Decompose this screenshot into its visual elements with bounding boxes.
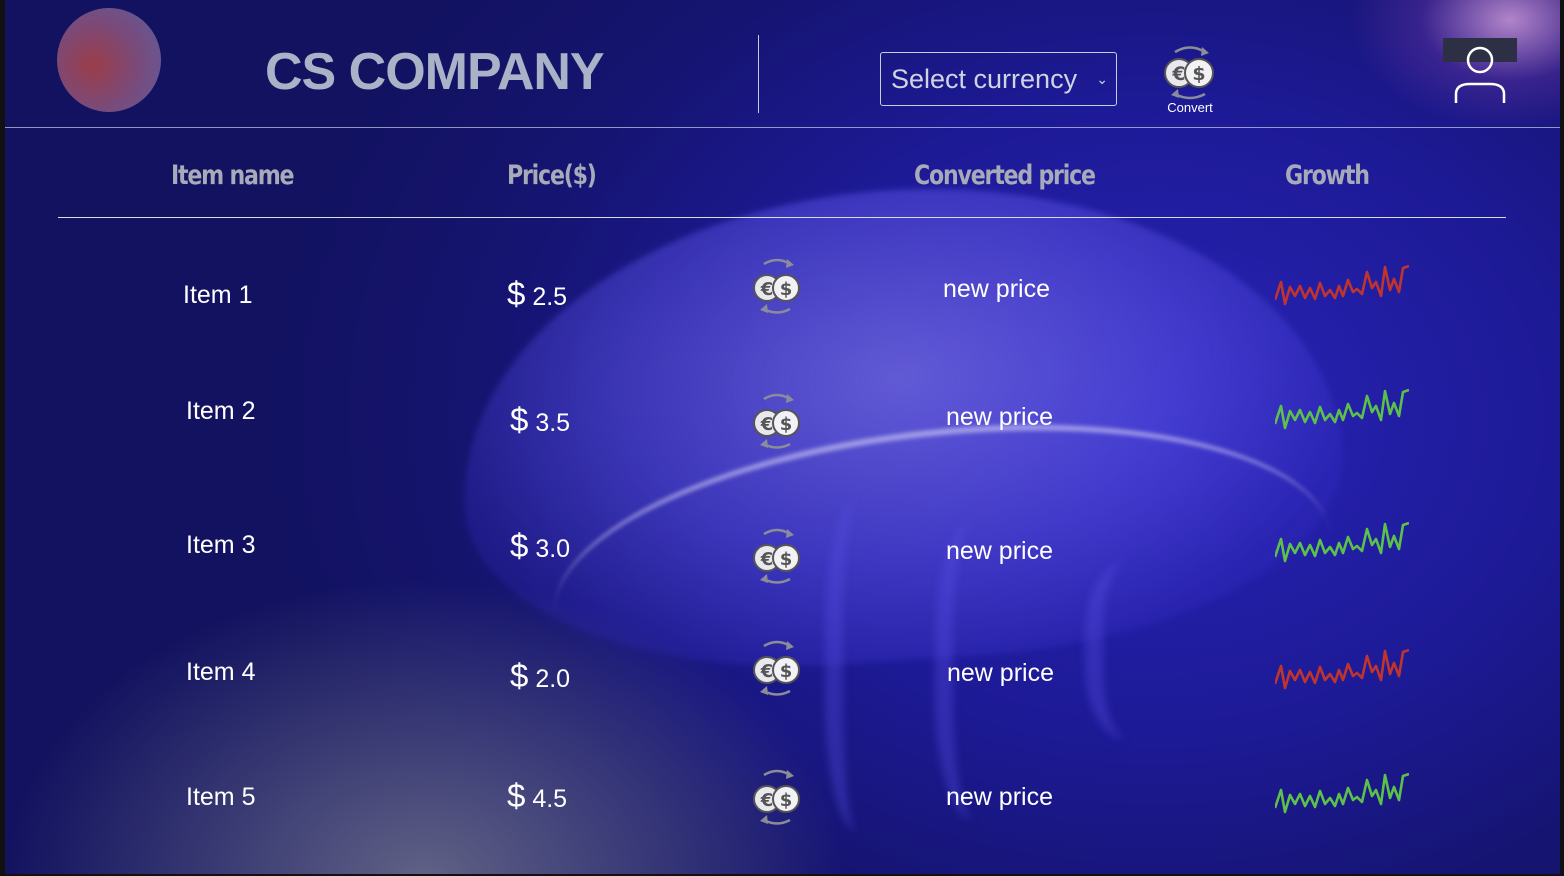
converted-price: new price <box>947 659 1054 687</box>
currency-select-placeholder: Select currency <box>891 64 1078 94</box>
svg-text:€: € <box>760 790 774 811</box>
svg-text:€: € <box>760 661 774 682</box>
currency-convert-icon: € $ <box>753 640 800 696</box>
currency-symbol: $ <box>507 275 526 312</box>
jellyfish-tentacle <box>1085 560 1193 740</box>
item-price: $ 2.5 <box>507 275 567 313</box>
sparkline-icon <box>1275 772 1409 814</box>
row-convert-button[interactable]: € $ <box>748 393 806 451</box>
logo-circle-icon <box>57 8 161 112</box>
converted-price: new price <box>946 403 1053 431</box>
convert-button-label: Convert <box>1167 100 1213 115</box>
svg-text:$: $ <box>780 414 793 435</box>
sparkline-icon <box>1275 648 1409 690</box>
app-window: CS COMPANY Select currency ⌄ € $ Convert <box>0 0 1564 876</box>
converted-price: new price <box>946 537 1053 565</box>
chevron-down-icon: ⌄ <box>1096 71 1108 87</box>
company-name: CS COMPANY <box>265 43 605 101</box>
sparkline-path <box>1275 388 1409 430</box>
sparkline-path <box>1275 264 1409 306</box>
svg-text:$: $ <box>780 661 793 682</box>
currency-symbol: $ <box>510 401 529 438</box>
header-bar: CS COMPANY Select currency ⌄ € $ Convert <box>5 0 1560 128</box>
header-divider-line <box>58 217 1506 218</box>
converted-price: new price <box>943 275 1050 303</box>
item-price: $ 3.0 <box>510 527 570 565</box>
price-value: 2.5 <box>532 283 568 311</box>
header-divider <box>758 35 759 113</box>
column-header-item-name: Item name <box>171 160 295 191</box>
sparkline-path <box>1275 648 1409 690</box>
currency-convert-icon: € $ <box>753 393 800 449</box>
currency-symbol: $ <box>507 777 526 814</box>
item-price: $ 4.5 <box>507 777 567 815</box>
currency-convert-icon: € $ <box>1164 46 1214 100</box>
currency-select[interactable]: Select currency ⌄ <box>880 52 1117 106</box>
svg-text:€: € <box>760 549 774 570</box>
jellyfish-tentacle <box>825 500 903 830</box>
currency-symbol: $ <box>510 527 529 564</box>
currency-convert-icon: € $ <box>753 769 800 825</box>
currency-convert-icon: € $ <box>753 258 800 314</box>
column-header-converted-price: Converted price <box>914 160 1096 191</box>
item-price: $ 3.5 <box>510 401 570 439</box>
convert-button[interactable]: € $ Convert <box>1157 44 1223 116</box>
svg-text:$: $ <box>780 790 793 811</box>
row-convert-button[interactable]: € $ <box>748 640 806 698</box>
row-convert-button[interactable]: € $ <box>748 258 806 316</box>
item-name: Item 4 <box>186 658 256 686</box>
row-convert-button[interactable]: € $ <box>748 769 806 827</box>
item-name: Item 3 <box>186 531 256 559</box>
sparkline-path <box>1275 521 1409 563</box>
sparkline-icon <box>1275 521 1409 563</box>
row-convert-button[interactable]: € $ <box>748 528 806 586</box>
price-value: 2.0 <box>535 665 571 693</box>
price-value: 4.5 <box>532 785 568 813</box>
sparkline-icon <box>1275 388 1409 430</box>
svg-text:€: € <box>1171 63 1185 85</box>
price-value: 3.5 <box>535 409 571 437</box>
item-name: Item 2 <box>186 397 256 425</box>
item-price: $ 2.0 <box>510 657 570 695</box>
converted-price: new price <box>946 783 1053 811</box>
currency-symbol: $ <box>510 657 529 694</box>
user-profile-icon <box>1454 46 1506 103</box>
profile-button[interactable] <box>1443 38 1517 104</box>
item-name: Item 5 <box>186 783 256 811</box>
svg-text:€: € <box>760 279 774 300</box>
item-name: Item 1 <box>183 281 253 309</box>
svg-text:$: $ <box>1192 63 1205 85</box>
sparkline-icon <box>1275 264 1409 306</box>
column-header-growth: Growth <box>1285 160 1370 191</box>
svg-text:$: $ <box>780 279 793 300</box>
svg-text:$: $ <box>780 549 793 570</box>
currency-convert-icon: € $ <box>753 528 800 584</box>
price-value: 3.0 <box>535 535 571 563</box>
svg-text:€: € <box>760 414 774 435</box>
column-header-price: Price($) <box>507 160 597 191</box>
sparkline-path <box>1275 772 1409 814</box>
